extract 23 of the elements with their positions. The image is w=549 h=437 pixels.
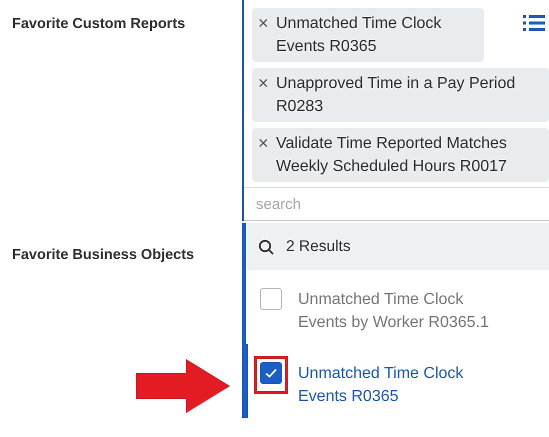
item-text: Unmatched Time Clock Events R0365 [298, 364, 464, 407]
remove-icon[interactable]: × [258, 72, 276, 118]
arrow-icon [136, 359, 230, 413]
results-count: 2 Results [286, 238, 351, 256]
report-tag[interactable]: × Unapproved Time in a Pay Period R0283 [252, 68, 549, 122]
tag-text: Unapproved Time in a Pay Period R0283 [276, 74, 516, 117]
remove-icon[interactable]: × [258, 12, 276, 58]
report-tag[interactable]: × Validate Time Reported Matches Weekly Scheduled Hours R0017 [252, 128, 549, 182]
checkbox[interactable] [260, 288, 282, 310]
list-icon[interactable] [523, 14, 545, 32]
search-icon [258, 238, 274, 254]
field-label: Favorite Custom Reports [12, 16, 186, 32]
search-field[interactable]: search [244, 187, 549, 221]
tag-text: Unmatched Time Clock Events R0365 [276, 14, 442, 57]
item-text: Unmatched Time Clock Events by Worker R0365.1 [298, 290, 490, 333]
remove-icon[interactable]: × [258, 132, 276, 178]
tag-text: Validate Time Reported Matches Weekly Scheduled Hours R0017 [276, 134, 508, 177]
field-label: Favorite Business Objects [12, 247, 196, 263]
result-item[interactable]: Unmatched Time Clock Events by Worker R0365.1 [242, 270, 549, 344]
checkbox[interactable] [260, 362, 282, 384]
result-item[interactable]: Unmatched Time Clock Events R0365 [242, 344, 549, 418]
check-icon [264, 367, 278, 379]
report-tag[interactable]: × Unmatched Time Clock Events R0365 [252, 8, 484, 62]
